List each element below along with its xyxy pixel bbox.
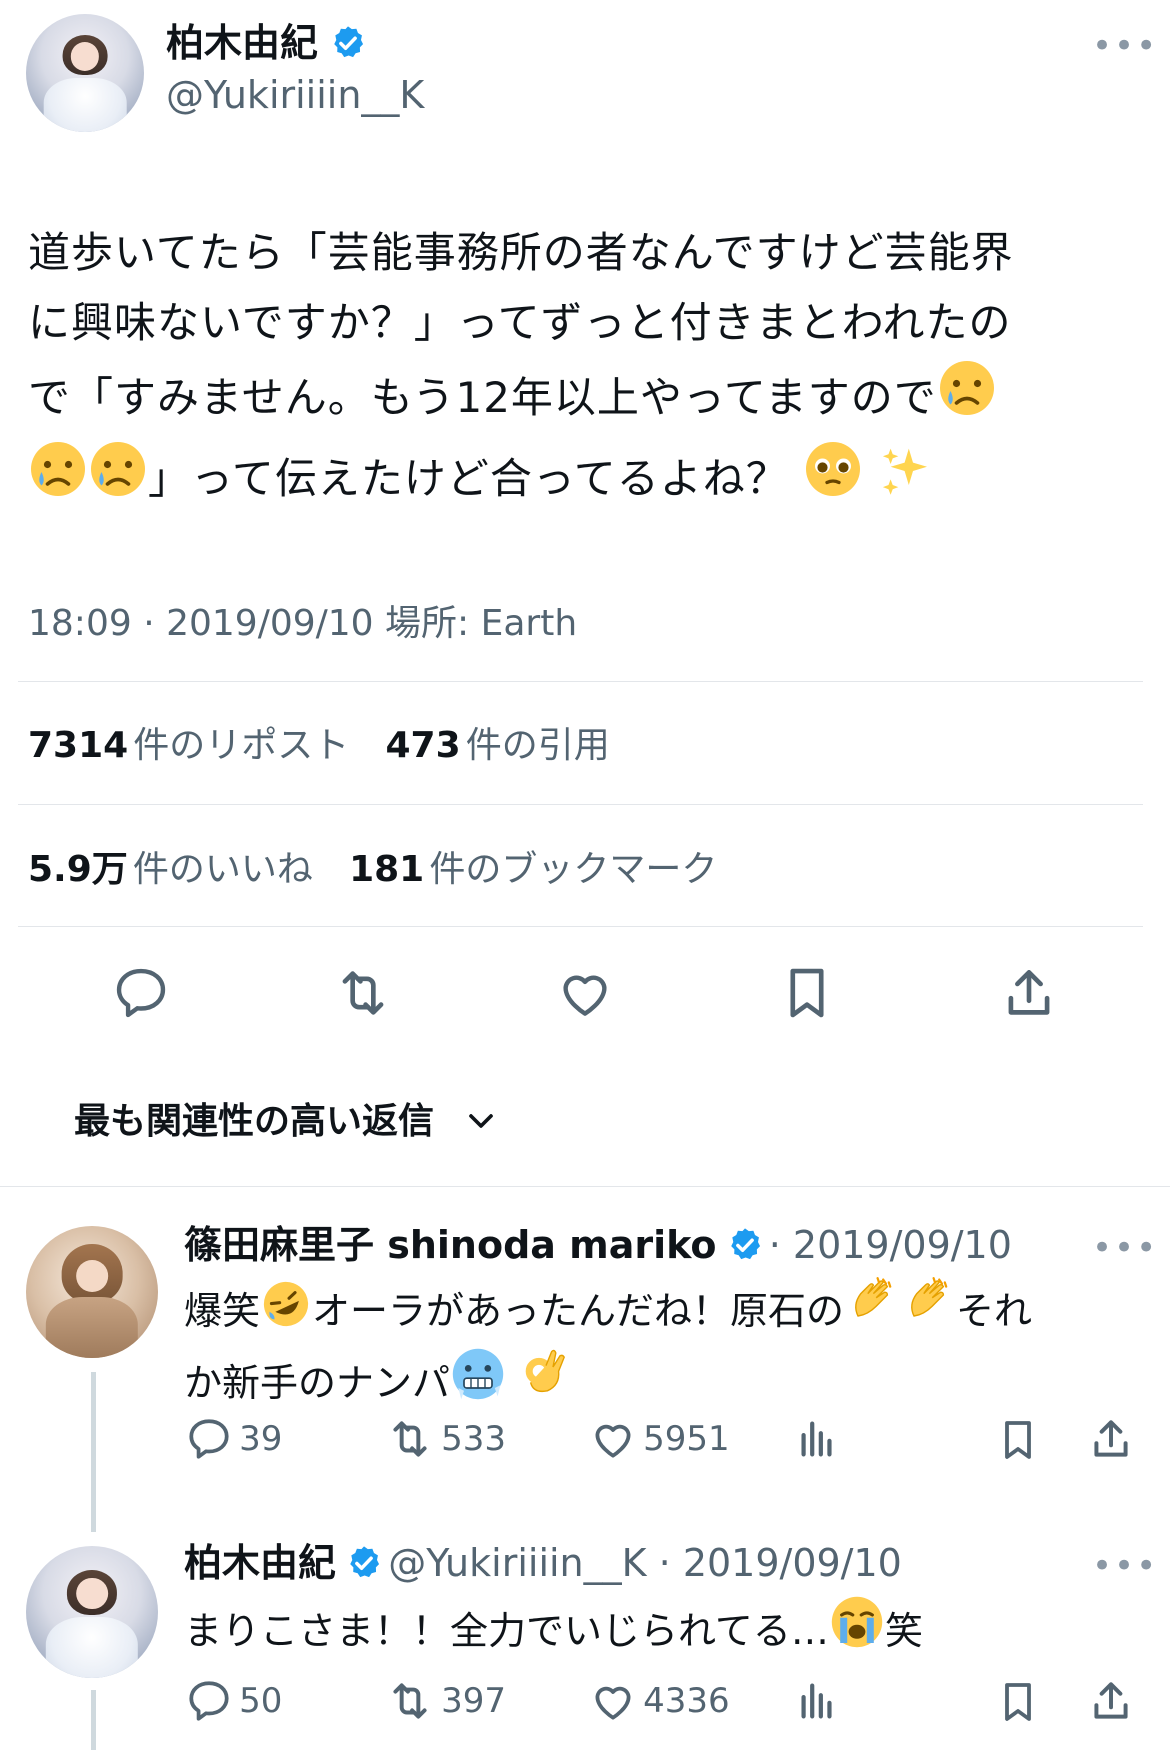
- crying-face-emoji-icon: [937, 358, 997, 439]
- stats-row-2: 5.9万 件のいいね 181 件のブックマーク: [28, 840, 717, 892]
- clapping-hands-emoji-icon: [900, 1274, 956, 1346]
- reply-count: 39: [239, 1419, 283, 1459]
- more-options-icon[interactable]: •••: [1092, 1228, 1158, 1268]
- author-avatar[interactable]: [26, 14, 144, 132]
- tweet-meta: 18:09 · 2019/09/10 場所: Earth: [28, 603, 578, 644]
- reply-text: 爆笑 オーラがあったんだね！原石の それ か新手のナンパ: [184, 1274, 1144, 1418]
- reply-sort-dropdown[interactable]: 最も関連性の高い返信: [74, 1092, 501, 1144]
- verified-badge-icon: [334, 26, 364, 58]
- tweet-time[interactable]: 18:09: [28, 603, 132, 644]
- views-analytics-icon[interactable]: [794, 1678, 840, 1724]
- divider: [18, 804, 1143, 805]
- tweet-text-line3: で「すみません。もう12年以上やってますので: [28, 358, 1158, 439]
- author-name-row[interactable]: 柏木由紀: [166, 20, 367, 66]
- bookmark-icon[interactable]: [776, 962, 838, 1024]
- like-heart-icon: [595, 1686, 631, 1720]
- tweet-text: 道歩いてたら「芸能事務所の者なんですけど芸能界 に興味ないですか？」ってずっと付…: [28, 218, 1158, 520]
- stats-row-1: 7314 件のリポスト 473 件の引用: [28, 716, 610, 768]
- share-icon[interactable]: [1086, 1676, 1136, 1726]
- divider: [18, 681, 1143, 682]
- like-button[interactable]: 5951: [588, 1414, 730, 1464]
- share-icon[interactable]: [998, 962, 1060, 1024]
- bookmark-icon[interactable]: [994, 1678, 1042, 1726]
- share-icon[interactable]: [1086, 1414, 1136, 1464]
- reply-text: まりこさま！！全力でいじられてる… 笑: [184, 1594, 1144, 1666]
- reply-author-name[interactable]: 篠田麻里子 shinoda mariko: [184, 1223, 717, 1267]
- reply-date[interactable]: 2019/09/10: [793, 1223, 1012, 1267]
- loudly-crying-face-emoji-icon: [829, 1594, 885, 1666]
- clapping-hands-emoji-icon: [844, 1274, 900, 1346]
- crying-face-emoji-icon: [88, 439, 148, 520]
- reply-actions: 50 397 4336: [184, 1676, 1144, 1732]
- repost-icon[interactable]: [330, 962, 396, 1024]
- tweet-text-line4: 」って伝えたけど合ってるよね？: [28, 439, 1158, 520]
- like-heart-icon: [595, 1424, 631, 1458]
- divider: [0, 1186, 1170, 1187]
- tweet-location[interactable]: 場所: Earth: [385, 603, 577, 644]
- tweet-text-line1: 道歩いてたら「芸能事務所の者なんですけど芸能界: [28, 228, 1014, 277]
- reply-button[interactable]: 50: [184, 1676, 282, 1726]
- author-name[interactable]: 柏木由紀: [166, 21, 318, 65]
- reply-button[interactable]: 39: [184, 1414, 282, 1464]
- divider: [18, 926, 1143, 927]
- thread-line: [91, 1690, 96, 1750]
- reply-avatar[interactable]: [26, 1226, 158, 1358]
- like-count: 4336: [643, 1681, 730, 1721]
- reply-header: 篠田麻里子 shinoda mariko · 2019/09/10: [184, 1223, 1012, 1267]
- sparkles-emoji-icon: [878, 443, 934, 520]
- tweet-date[interactable]: 2019/09/10: [166, 603, 374, 644]
- reply-date[interactable]: 2019/09/10: [683, 1541, 902, 1585]
- reply-author-name[interactable]: 柏木由紀: [184, 1541, 336, 1585]
- freezing-face-emoji-icon: [450, 1346, 506, 1418]
- thread-line: [91, 1372, 96, 1532]
- reply-actions: 39 533 5951: [184, 1414, 1144, 1470]
- verified-badge-icon: [350, 1546, 380, 1578]
- repost-icon: [393, 1683, 427, 1719]
- author-handle[interactable]: @Yukiriiiin__K: [166, 72, 424, 118]
- chevron-down-icon: [469, 1114, 493, 1128]
- more-options-icon[interactable]: •••: [1092, 26, 1158, 66]
- verified-badge-icon: [730, 1228, 760, 1260]
- repost-button[interactable]: 397: [384, 1676, 506, 1726]
- quotes-stat[interactable]: 473 件の引用: [386, 725, 610, 766]
- repost-icon: [393, 1421, 427, 1457]
- reply-icon: [189, 1419, 229, 1459]
- repost-count: 397: [441, 1681, 506, 1721]
- reply-count: 50: [239, 1681, 283, 1721]
- repost-count: 533: [441, 1419, 506, 1459]
- views-analytics-icon[interactable]: [794, 1416, 840, 1462]
- reposts-stat[interactable]: 7314 件のリポスト: [28, 725, 354, 766]
- more-options-icon[interactable]: •••: [1092, 1546, 1158, 1586]
- like-count: 5951: [643, 1419, 730, 1459]
- like-heart-icon[interactable]: [554, 962, 616, 1024]
- reply-icon[interactable]: [110, 962, 172, 1024]
- like-button[interactable]: 4336: [588, 1676, 730, 1726]
- repost-button[interactable]: 533: [384, 1414, 506, 1464]
- bookmarks-stat[interactable]: 181 件のブックマーク: [349, 849, 717, 890]
- tweet-text-line2: に興味ないですか？」ってずっと付きまとわれたの: [28, 298, 1012, 347]
- reply-header: 柏木由紀 @Yukiriiiin__K · 2019/09/10: [184, 1541, 902, 1585]
- reply-avatar[interactable]: [26, 1546, 158, 1678]
- likes-stat[interactable]: 5.9万 件のいいね: [28, 849, 318, 890]
- bookmark-icon[interactable]: [994, 1416, 1042, 1464]
- pleading-face-emoji-icon: [803, 439, 863, 520]
- crying-face-emoji-icon: [28, 439, 88, 520]
- reply-author-handle[interactable]: @Yukiriiiin__K: [388, 1541, 646, 1585]
- reply-sort-label: 最も関連性の高い返信: [74, 1101, 435, 1142]
- ok-hand-emoji-icon: [518, 1346, 574, 1418]
- reply-icon: [189, 1681, 229, 1721]
- rofl-emoji-icon: [260, 1278, 312, 1346]
